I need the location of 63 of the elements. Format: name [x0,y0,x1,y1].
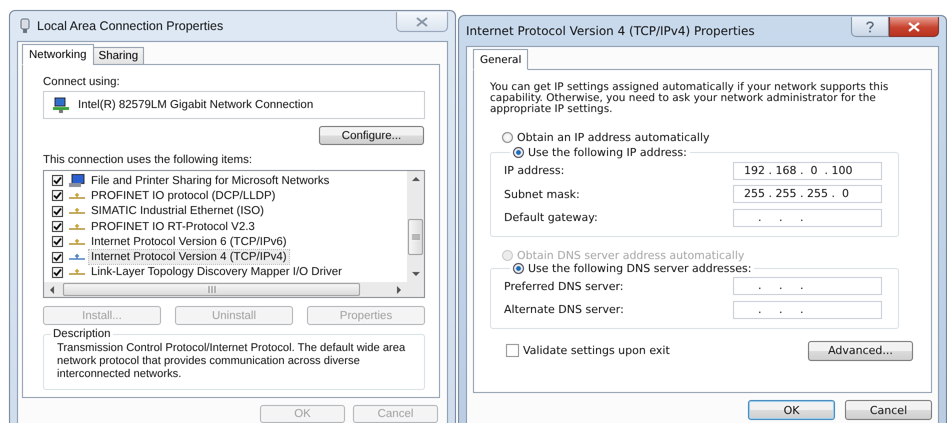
ip-address-field[interactable]: 255 . 255 . 255 . 0 [733,185,882,204]
list-item[interactable]: SIMATIC Industrial Ethernet (ISO) [89,204,266,218]
configure-button[interactable]: Configure... [319,126,424,145]
checkbox[interactable] [52,221,63,232]
checkbox[interactable] [506,344,519,357]
checkbox[interactable] [52,190,63,202]
close-button[interactable] [889,17,939,37]
list-item[interactable]: File and Printer Sharing for Microsoft Networks [89,174,332,188]
help-button[interactable] [851,17,889,37]
tab[interactable]: Networking [22,44,94,65]
group-title: Description [52,328,112,340]
network-adapter-icon [52,97,70,113]
list-item[interactable]: PROFINET IO protocol (DCP/LLDP) [89,188,278,203]
list-label: This connection uses the following items: [43,153,254,167]
radio-button[interactable] [513,147,524,158]
scroll-down-icon [412,271,420,277]
field-label: Subnet mask: [504,188,580,201]
radio-label[interactable]: Use the following DNS server addresses: [528,262,752,274]
ip-address-field[interactable]: 192 . 168 . 0 . 100 [733,162,882,180]
dialog-button[interactable]: OK [748,400,835,420]
network-adapter-icon [19,18,31,34]
checkbox[interactable] [52,252,63,263]
dialog-button[interactable]: Cancel [845,400,932,420]
intro-text: You can get IP settings assigned automatically if your network supports this capability. Otherwise, you need to ask your network administrator for the appropriate IP settings. [490,82,890,115]
radio-label[interactable]: Use the following IP address: [528,146,687,159]
radio-button[interactable] [502,132,513,143]
close-icon [908,22,920,32]
radio-label[interactable]: Obtain an IP address automatically [517,131,710,144]
list-item[interactable]: PROFINET IO RT-Protocol V2.3 [89,220,257,234]
tab[interactable]: General [473,49,528,70]
field-label: Alternate DNS server: [504,303,624,316]
list-item[interactable]: Link-Layer Topology Discovery Mapper I/O Driver [89,265,344,280]
field-label: Preferred DNS server: [504,280,624,293]
scroll-right-icon [396,286,402,294]
tab[interactable]: Sharing [92,47,144,65]
checkbox-label[interactable]: Validate settings upon exit [523,344,670,357]
adapter-field: Intel(R) 82579LM Gigabit Network Connection [43,91,425,119]
window-title: Internet Protocol Version 4 (TCP/IPv4) Properties [466,24,755,38]
vertical-scrollbar[interactable] [407,171,424,282]
radio-button[interactable] [513,262,524,274]
checkbox[interactable] [52,206,63,217]
list-item[interactable]: Internet Protocol Version 4 (TCP/IPv4) [89,250,289,264]
close-icon [416,16,428,26]
ip-address-field[interactable]: . . . [733,208,882,227]
scroll-left-icon [49,286,55,294]
help-icon [865,20,875,32]
grip-icon [412,234,420,240]
horizontal-scrollbar[interactable] [44,282,424,297]
scroll-up-icon [412,176,420,182]
computer-icon [68,174,86,188]
ip-address-field[interactable]: . . . [733,300,882,319]
ip-address-field[interactable]: . . . [733,277,882,296]
field-label: IP address: [504,164,564,178]
grip-icon [208,286,216,293]
field-label: Default gateway: [504,211,598,224]
checkbox[interactable] [52,236,63,248]
checkbox[interactable] [52,266,63,278]
advanced-button[interactable]: Advanced... [808,340,913,360]
description-text: Transmission Control Protocol/Internet Protocol. The default wide area network protocol that provides communication across diverse interconnected networks. [57,342,406,381]
list-item[interactable]: Internet Protocol Version 6 (TCP/IPv6) [89,234,289,249]
window-title: Local Area Connection Properties [37,19,224,33]
field-label: Connect using: [43,75,121,89]
checkbox[interactable] [52,175,63,186]
